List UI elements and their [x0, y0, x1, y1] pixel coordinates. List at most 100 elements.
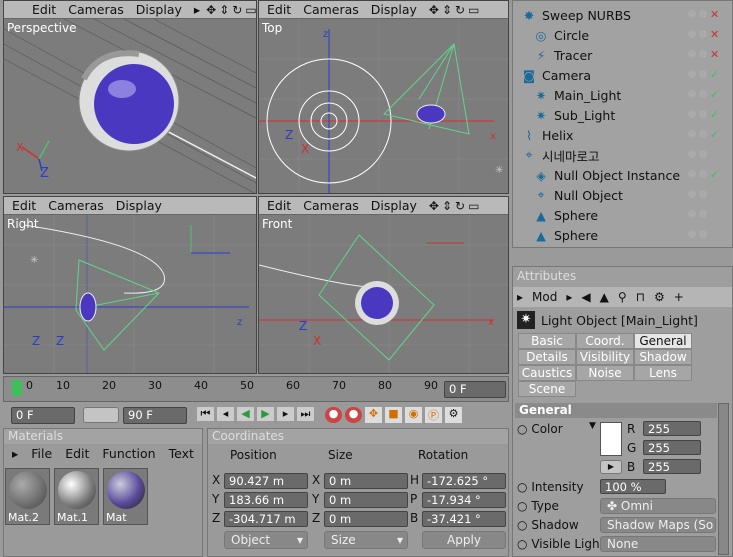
- materials-menu-file[interactable]: File: [31, 446, 52, 464]
- enabled-check-icon[interactable]: ✓: [688, 168, 719, 181]
- viewport-front[interactable]: Edit Cameras Display ✥ ⇕ ↻ ▭ Front x Z X: [258, 196, 509, 374]
- animation-dot-icon[interactable]: ○: [517, 537, 527, 551]
- enabled-check-icon[interactable]: ✓: [688, 128, 719, 141]
- rotation-p-field[interactable]: -17.934 °: [422, 492, 506, 508]
- go-to-start-icon[interactable]: ⏮: [197, 407, 214, 421]
- menu-cameras[interactable]: Cameras: [303, 2, 359, 17]
- object-row[interactable]: ◎ Circle: [533, 25, 691, 45]
- menu-edit[interactable]: Edit: [12, 198, 36, 213]
- disabled-icon[interactable]: ✕: [688, 28, 719, 41]
- maximize-view-icon[interactable]: ▭: [468, 3, 479, 17]
- maximize-view-icon[interactable]: ▭: [468, 199, 479, 213]
- start-frame-field[interactable]: 0 F: [11, 407, 75, 424]
- size-y-field[interactable]: 0 m: [324, 492, 408, 508]
- play-backward-icon[interactable]: ◀: [237, 407, 254, 421]
- enabled-check-icon[interactable]: ✓: [688, 68, 719, 81]
- object-row[interactable]: ◙ Camera: [521, 65, 691, 85]
- menu-display[interactable]: Display: [136, 2, 182, 17]
- new-panel-icon[interactable]: +: [674, 290, 684, 304]
- shadow-dropdown[interactable]: Shadow Maps (So: [600, 517, 716, 533]
- object-row[interactable]: ⌖ Null Object: [533, 185, 691, 205]
- status-dot-icon[interactable]: [688, 188, 710, 201]
- tab-noise[interactable]: Noise: [576, 365, 634, 381]
- next-frame-icon[interactable]: ▸: [277, 407, 294, 421]
- more-arrow-icon[interactable]: ▸: [566, 290, 572, 304]
- enabled-check-icon[interactable]: ✓: [688, 88, 719, 101]
- viewport-top[interactable]: Edit Cameras Display ✥ ⇕ ↻ ▭ Top x z Z X…: [258, 0, 509, 194]
- apply-button[interactable]: Apply: [422, 531, 506, 549]
- menu-cameras[interactable]: Cameras: [303, 198, 359, 213]
- size-z-field[interactable]: 0 m: [324, 511, 408, 527]
- object-row[interactable]: ⚡ Tracer: [533, 45, 691, 65]
- rotate-view-icon[interactable]: ↻: [232, 3, 242, 17]
- tab-coord[interactable]: Coord.: [576, 333, 634, 349]
- materials-menu-edit[interactable]: Edit: [65, 446, 89, 464]
- menu-display[interactable]: Display: [371, 198, 417, 213]
- maximize-view-icon[interactable]: ▭: [245, 3, 256, 17]
- position-x-field[interactable]: 90.427 m: [224, 473, 308, 489]
- object-row[interactable]: ✷ Sub_Light: [533, 105, 691, 125]
- zoom-view-icon[interactable]: ⇕: [219, 3, 229, 17]
- tab-general[interactable]: General: [634, 333, 692, 349]
- material-swatch[interactable]: Mat.2: [5, 468, 50, 525]
- materials-more-icon[interactable]: ▸: [12, 446, 18, 464]
- move-view-icon[interactable]: ✥: [429, 3, 439, 17]
- up-icon[interactable]: ▲: [600, 290, 609, 304]
- position-z-field[interactable]: -304.717 m: [224, 511, 308, 527]
- status-dot-icon[interactable]: [688, 148, 710, 161]
- object-row[interactable]: ✸ Sweep NURBS: [521, 5, 691, 25]
- menu-edit[interactable]: Edit: [267, 2, 291, 17]
- size-mode-dropdown[interactable]: Size ▾: [324, 531, 408, 549]
- coord-mode-dropdown[interactable]: Object ▾: [224, 531, 308, 549]
- move-view-icon[interactable]: ✥: [206, 3, 216, 17]
- tab-visibility[interactable]: Visibility: [576, 349, 634, 365]
- current-frame-field[interactable]: 0 F: [444, 381, 506, 398]
- frame-range-slider[interactable]: [83, 407, 119, 423]
- disabled-icon[interactable]: ✕: [688, 48, 719, 61]
- attributes-mode[interactable]: Mod: [532, 290, 557, 304]
- rotate-view-icon[interactable]: ↻: [455, 199, 465, 213]
- tab-lens[interactable]: Lens: [634, 365, 692, 381]
- keyframe-rotate-icon[interactable]: ◉: [405, 407, 422, 423]
- scrollbar[interactable]: [718, 403, 729, 555]
- enabled-check-icon[interactable]: ✓: [688, 108, 719, 121]
- settings-icon[interactable]: ⚙: [654, 290, 665, 304]
- timeline[interactable]: 0 10 20 30 40 50 60 70 80 90 0 F: [3, 376, 509, 402]
- color-r-field[interactable]: 255: [643, 421, 701, 436]
- material-swatch[interactable]: Mat: [103, 468, 148, 525]
- end-frame-field[interactable]: 90 F: [123, 407, 187, 424]
- play-forward-icon[interactable]: ▶: [257, 407, 274, 421]
- keyframe-move-icon[interactable]: ✥: [365, 407, 382, 423]
- back-icon[interactable]: ◀: [581, 290, 590, 304]
- rotation-h-field[interactable]: -172.625 °: [422, 473, 506, 489]
- animation-dot-icon[interactable]: ○: [517, 499, 527, 513]
- menu-edit[interactable]: Edit: [267, 198, 291, 213]
- menu-edit[interactable]: Edit: [32, 2, 56, 17]
- color-expand-button[interactable]: ▶: [600, 460, 622, 474]
- viewport-perspective[interactable]: Edit Cameras Display ▸ ✥ ⇕ ↻ ▭ Perspecti…: [3, 0, 257, 194]
- color-swatch[interactable]: [600, 422, 622, 456]
- materials-menu-text[interactable]: Text: [169, 446, 194, 464]
- type-dropdown[interactable]: ✤ Omni: [600, 498, 716, 514]
- tab-caustics[interactable]: Caustics: [518, 365, 576, 381]
- material-swatch[interactable]: Mat.1: [54, 468, 99, 525]
- rotation-b-field[interactable]: -37.421 °: [422, 511, 506, 527]
- visible-light-dropdown[interactable]: None: [600, 536, 716, 552]
- object-row[interactable]: ▲ Sphere: [533, 205, 691, 225]
- animation-dot-icon[interactable]: ○: [517, 480, 527, 494]
- search-icon[interactable]: ⚲: [618, 290, 627, 304]
- more-arrow-icon[interactable]: ▸: [194, 2, 200, 17]
- materials-menu-function[interactable]: Function: [102, 446, 155, 464]
- keyframe-pla-icon[interactable]: ⚙: [445, 407, 462, 423]
- menu-cameras[interactable]: Cameras: [68, 2, 124, 17]
- keyframe-param-icon[interactable]: Ⓟ: [425, 407, 442, 423]
- animation-dot-icon[interactable]: ○: [517, 422, 527, 436]
- move-view-icon[interactable]: ✥: [429, 199, 439, 213]
- viewport-right[interactable]: Edit Cameras Display Right z Z Z ✳: [3, 196, 257, 374]
- previous-frame-icon[interactable]: ◂: [217, 407, 234, 421]
- record-icon[interactable]: ●: [325, 407, 342, 423]
- menu-display[interactable]: Display: [116, 198, 162, 213]
- tab-basic[interactable]: Basic: [518, 333, 576, 349]
- color-g-field[interactable]: 255: [643, 440, 701, 455]
- chevron-down-icon[interactable]: ▼: [589, 421, 596, 431]
